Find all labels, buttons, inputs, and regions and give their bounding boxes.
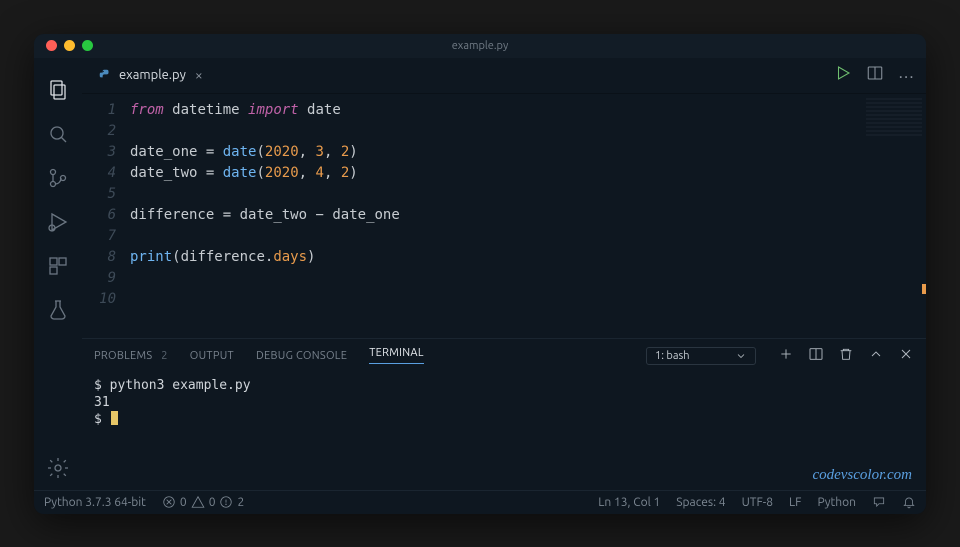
terminal-line: $ (94, 411, 914, 428)
code-line[interactable]: date_one = date(2020, 3, 2) (130, 142, 400, 163)
split-terminal-button[interactable] (808, 346, 824, 365)
settings-gear-icon[interactable] (34, 446, 82, 490)
bottom-panel: PROBLEMS 2 OUTPUT DEBUG CONSOLE TERMINAL… (82, 338, 926, 490)
code-line[interactable] (130, 289, 400, 310)
minimize-window-dot[interactable] (64, 40, 75, 51)
line-number: 1 (82, 100, 116, 121)
line-number: 5 (82, 184, 116, 205)
new-terminal-button[interactable] (778, 346, 794, 365)
panel-tab-bar: PROBLEMS 2 OUTPUT DEBUG CONSOLE TERMINAL… (82, 339, 926, 373)
code-area[interactable]: from datetime import date date_one = dat… (130, 94, 400, 338)
line-number: 8 (82, 247, 116, 268)
tab-output[interactable]: OUTPUT (190, 350, 234, 362)
maximize-panel-button[interactable] (868, 346, 884, 365)
code-line[interactable] (130, 184, 400, 205)
code-line[interactable]: print(difference.days) (130, 247, 400, 268)
editor-actions: … (834, 64, 926, 86)
vscode-window: example.py (34, 34, 926, 514)
code-line[interactable] (130, 121, 400, 142)
tab-bar: example.py × … (82, 58, 926, 94)
status-encoding[interactable]: UTF-8 (742, 496, 773, 509)
terminal-line: $ python3 example.py (94, 377, 914, 394)
status-eol[interactable]: LF (789, 496, 801, 509)
code-line[interactable] (130, 268, 400, 289)
zoom-window-dot[interactable] (82, 40, 93, 51)
chevron-down-icon (735, 350, 747, 362)
status-bell-icon[interactable] (902, 495, 916, 509)
python-file-icon (98, 68, 112, 82)
kill-terminal-button[interactable] (838, 346, 854, 365)
tab-terminal[interactable]: TERMINAL (369, 347, 424, 364)
traffic-lights (46, 40, 93, 51)
line-number: 4 (82, 163, 116, 184)
status-cursor[interactable]: Ln 13, Col 1 (598, 496, 660, 509)
overview-ruler-mark (922, 284, 926, 294)
source-control-icon[interactable] (34, 156, 82, 200)
status-feedback-icon[interactable] (872, 495, 886, 509)
explorer-icon[interactable] (34, 68, 82, 112)
close-tab-icon[interactable]: × (195, 67, 203, 83)
line-number: 3 (82, 142, 116, 163)
status-language[interactable]: Python (817, 496, 856, 509)
terminal-selector[interactable]: 1: bash (646, 347, 756, 365)
editor[interactable]: 12345678910 from datetime import date da… (82, 94, 926, 338)
status-interpreter[interactable]: Python 3.7.3 64-bit (44, 496, 146, 509)
search-icon[interactable] (34, 112, 82, 156)
testing-icon[interactable] (34, 288, 82, 332)
terminal-body[interactable]: $ python3 example.py31$ codevscolor.com (82, 373, 926, 490)
watermark: codevscolor.com (812, 467, 912, 484)
line-number: 7 (82, 226, 116, 247)
line-number: 2 (82, 121, 116, 142)
tab-debug-console[interactable]: DEBUG CONSOLE (256, 350, 347, 362)
activity-bar (34, 58, 82, 490)
titlebar: example.py (34, 34, 926, 58)
code-line[interactable] (130, 226, 400, 247)
line-number: 10 (82, 289, 116, 310)
code-line[interactable]: from datetime import date (130, 100, 400, 121)
close-panel-button[interactable] (898, 346, 914, 365)
code-line[interactable]: date_two = date(2020, 4, 2) (130, 163, 400, 184)
tab-problems[interactable]: PROBLEMS 2 (94, 350, 168, 362)
more-actions-button[interactable]: … (898, 64, 914, 86)
window-title: example.py (452, 40, 509, 52)
terminal-line: 31 (94, 394, 914, 411)
status-diagnostics[interactable]: 0 0 2 (162, 495, 244, 509)
tab-filename: example.py (119, 68, 186, 82)
line-gutter: 12345678910 (82, 94, 130, 338)
line-number: 9 (82, 268, 116, 289)
split-editor-button[interactable] (866, 64, 884, 86)
run-file-button[interactable] (834, 64, 852, 86)
tab-example[interactable]: example.py × (86, 57, 213, 93)
terminal-cursor (111, 411, 118, 425)
run-debug-icon[interactable] (34, 200, 82, 244)
status-bar: Python 3.7.3 64-bit 0 0 2 Ln 13, Col 1 S… (34, 490, 926, 514)
status-spaces[interactable]: Spaces: 4 (676, 496, 725, 509)
code-line[interactable]: difference = date_two − date_one (130, 205, 400, 226)
line-number: 6 (82, 205, 116, 226)
window-body: example.py × … 12345678910 from datetime… (34, 58, 926, 490)
minimap[interactable] (866, 98, 922, 136)
main-area: example.py × … 12345678910 from datetime… (82, 58, 926, 490)
extensions-icon[interactable] (34, 244, 82, 288)
close-window-dot[interactable] (46, 40, 57, 51)
